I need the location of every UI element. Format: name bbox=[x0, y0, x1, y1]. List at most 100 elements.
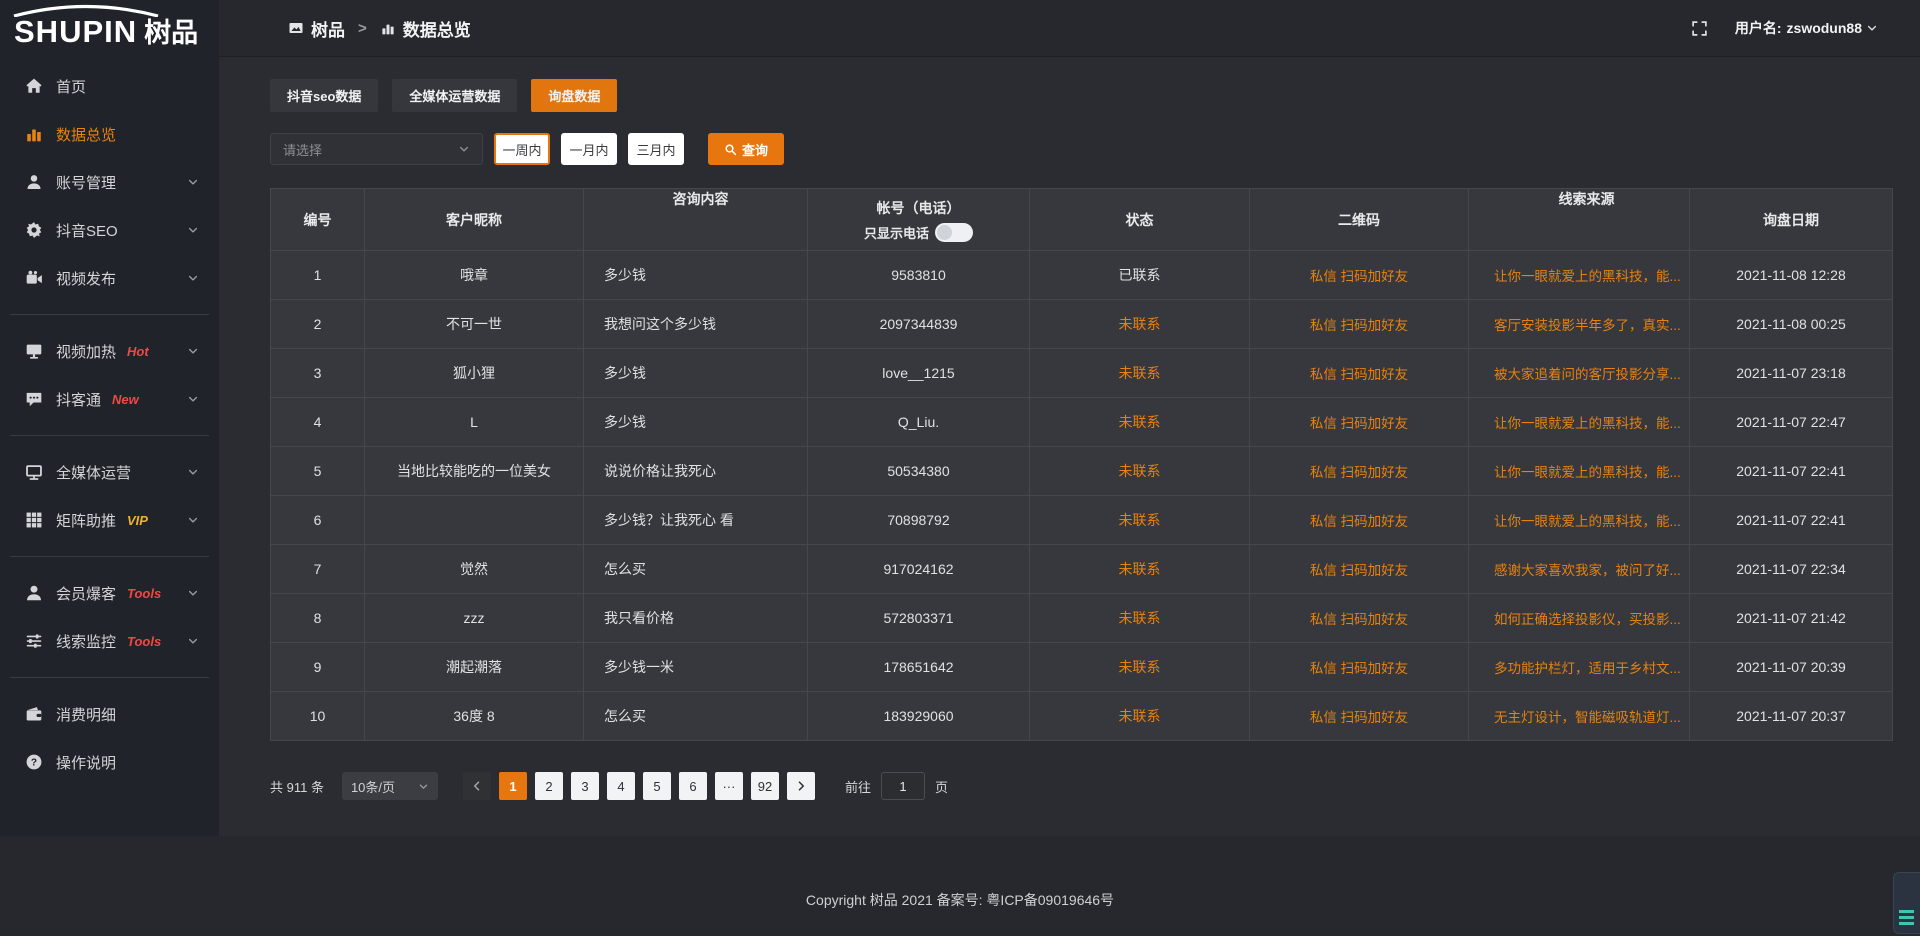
sidebar-item[interactable]: 线索监控 Tools bbox=[0, 617, 219, 665]
chevron-down-icon bbox=[187, 176, 199, 188]
qr-link[interactable]: 私信 扫码加好友 bbox=[1310, 657, 1408, 677]
filter-select[interactable]: 请选择 bbox=[270, 133, 483, 165]
table-row: 5 当地比较能吃的一位美女 说说价格让我死心 50534380 未联系 私信 扫… bbox=[271, 447, 1892, 496]
prev-page-button[interactable] bbox=[463, 772, 491, 800]
page-size-select[interactable]: 10条/页 bbox=[342, 772, 438, 800]
qr-link[interactable]: 私信 扫码加好友 bbox=[1310, 314, 1408, 334]
video-icon bbox=[25, 269, 43, 287]
page-button[interactable]: 2 bbox=[535, 772, 563, 800]
cell-nickname: 36度 8 bbox=[365, 692, 584, 741]
search-button-label: 查询 bbox=[742, 140, 768, 159]
sidebar-item[interactable]: ? 操作说明 bbox=[0, 738, 219, 786]
sidebar-item[interactable]: 会员爆客 Tools bbox=[0, 569, 219, 617]
page-button[interactable]: 6 bbox=[679, 772, 707, 800]
page-button[interactable]: 3 bbox=[571, 772, 599, 800]
breadcrumb-item-home[interactable]: 树品 bbox=[311, 16, 345, 41]
cell-date: 2021-11-08 00:25 bbox=[1690, 300, 1892, 349]
cell-nickname: 哦章 bbox=[365, 251, 584, 300]
logo[interactable]: SHUPIN 树品 bbox=[0, 0, 219, 54]
table-header-row: 编号 客户昵称 咨询内容 帐号（电话） 只显示电话 状态 二维码 线索来源 bbox=[271, 189, 1892, 251]
qr-link[interactable]: 私信 扫码加好友 bbox=[1310, 265, 1408, 285]
source-link[interactable]: 让你一眼就爱上的黑科技，能... bbox=[1494, 412, 1681, 432]
source-link[interactable]: 感谢大家喜欢我家，被问了好... bbox=[1494, 559, 1681, 579]
sidebar-item[interactable]: 视频发布 bbox=[0, 254, 219, 302]
user-menu[interactable]: 用户名: zswodun88 bbox=[1735, 18, 1878, 38]
sidebar-divider bbox=[10, 677, 209, 678]
goto-page-input[interactable] bbox=[881, 772, 925, 800]
next-page-button[interactable] bbox=[787, 772, 815, 800]
sidebar-item-label: 数据总览 bbox=[56, 124, 116, 145]
qr-link[interactable]: 私信 扫码加好友 bbox=[1310, 559, 1408, 579]
qr-link[interactable]: 私信 扫码加好友 bbox=[1310, 706, 1408, 726]
phone-only-toggle[interactable] bbox=[935, 223, 973, 242]
filter-select-placeholder: 请选择 bbox=[283, 140, 322, 159]
page-button[interactable]: 5 bbox=[643, 772, 671, 800]
tab[interactable]: 全媒体运营数据 bbox=[392, 79, 517, 112]
date-range-button[interactable]: 三月内 bbox=[628, 133, 684, 165]
sidebar-item[interactable]: 抖音SEO bbox=[0, 206, 219, 254]
source-link[interactable]: 让你一眼就爱上的黑科技，能... bbox=[1494, 265, 1681, 285]
sidebar-item[interactable]: 矩阵助推 VIP bbox=[0, 496, 219, 544]
sidebar-item-label: 线索监控 bbox=[56, 631, 116, 652]
fullscreen-icon[interactable] bbox=[1691, 20, 1708, 37]
cell-source: 多功能护栏灯，适用于乡村文... bbox=[1469, 643, 1690, 692]
sidebar-item-label: 全媒体运营 bbox=[56, 462, 131, 483]
cell-id: 2 bbox=[271, 300, 365, 349]
tab[interactable]: 询盘数据 bbox=[531, 79, 617, 112]
sidebar-item-badge: Tools bbox=[127, 586, 161, 601]
logo-text-cn: 树品 bbox=[144, 20, 198, 47]
floating-widget[interactable] bbox=[1893, 872, 1920, 934]
breadcrumb: 树品 > 数据总览 bbox=[288, 16, 471, 41]
header-status: 状态 bbox=[1030, 189, 1250, 251]
header-account: 帐号（电话） 只显示电话 bbox=[808, 189, 1030, 251]
date-range-button[interactable]: 一月内 bbox=[561, 133, 617, 165]
source-link[interactable]: 无主灯设计，智能磁吸轨道灯... bbox=[1494, 706, 1681, 726]
table-row: 2 不可一世 我想问这个多少钱 2097344839 未联系 私信 扫码加好友 … bbox=[271, 300, 1892, 349]
header-qr: 二维码 bbox=[1250, 189, 1469, 251]
search-button[interactable]: 查询 bbox=[708, 133, 784, 165]
goto-unit: 页 bbox=[935, 777, 948, 796]
source-link[interactable]: 如何正确选择投影仪，买投影... bbox=[1494, 608, 1681, 628]
cell-account: 917024162 bbox=[808, 545, 1030, 594]
sidebar-item[interactable]: 全媒体运营 bbox=[0, 448, 219, 496]
qr-link[interactable]: 私信 扫码加好友 bbox=[1310, 608, 1408, 628]
tab[interactable]: 抖音seo数据 bbox=[270, 79, 378, 112]
sidebar-item[interactable]: 抖客通 New bbox=[0, 375, 219, 423]
cell-id: 3 bbox=[271, 349, 365, 398]
sidebar-item[interactable]: 首页 bbox=[0, 62, 219, 110]
page-button[interactable]: 92 bbox=[751, 772, 779, 800]
sidebar-item[interactable]: 消费明细 bbox=[0, 690, 219, 738]
logo-arc bbox=[10, 4, 162, 17]
sidebar-item-label: 抖音SEO bbox=[56, 220, 118, 241]
qr-link[interactable]: 私信 扫码加好友 bbox=[1310, 363, 1408, 383]
page-button[interactable]: ··· bbox=[715, 772, 743, 800]
qr-link[interactable]: 私信 扫码加好友 bbox=[1310, 461, 1408, 481]
chevron-down-icon bbox=[187, 224, 199, 236]
source-link[interactable]: 多功能护栏灯，适用于乡村文... bbox=[1494, 657, 1681, 677]
date-range-button[interactable]: 一周内 bbox=[494, 133, 550, 165]
cell-nickname: 当地比较能吃的一位美女 bbox=[365, 447, 584, 496]
chevron-down-icon bbox=[458, 143, 470, 155]
sidebar-item[interactable]: 账号管理 bbox=[0, 158, 219, 206]
qr-link[interactable]: 私信 扫码加好友 bbox=[1310, 510, 1408, 530]
toggle-knob bbox=[937, 225, 952, 240]
sidebar-item-badge: Hot bbox=[127, 344, 149, 359]
sidebar-item[interactable]: 视频加热 Hot bbox=[0, 327, 219, 375]
content: 抖音seo数据 全媒体运营数据 询盘数据 请选择 一周内 一月 bbox=[219, 57, 1920, 836]
chevron-down-icon bbox=[418, 781, 429, 792]
svg-text:?: ? bbox=[31, 758, 37, 769]
source-link[interactable]: 被大家追着问的客厅投影分享... bbox=[1494, 363, 1681, 383]
source-link[interactable]: 客厅安装投影半年多了，真实... bbox=[1494, 314, 1681, 334]
chevron-down-icon bbox=[187, 587, 199, 599]
cell-date: 2021-11-07 20:37 bbox=[1690, 692, 1892, 741]
sidebar-item-label: 账号管理 bbox=[56, 172, 116, 193]
source-link[interactable]: 让你一眼就爱上的黑科技，能... bbox=[1494, 461, 1681, 481]
sidebar-item[interactable]: 数据总览 bbox=[0, 110, 219, 158]
total-count: 共 911 条 bbox=[270, 777, 324, 796]
page-button[interactable]: 4 bbox=[607, 772, 635, 800]
page-button[interactable]: 1 bbox=[499, 772, 527, 800]
qr-link[interactable]: 私信 扫码加好友 bbox=[1310, 412, 1408, 432]
source-link[interactable]: 让你一眼就爱上的黑科技，能... bbox=[1494, 510, 1681, 530]
table-row: 10 36度 8 怎么买 183929060 未联系 私信 扫码加好友 无主灯设… bbox=[271, 692, 1892, 741]
cell-account: 178651642 bbox=[808, 643, 1030, 692]
